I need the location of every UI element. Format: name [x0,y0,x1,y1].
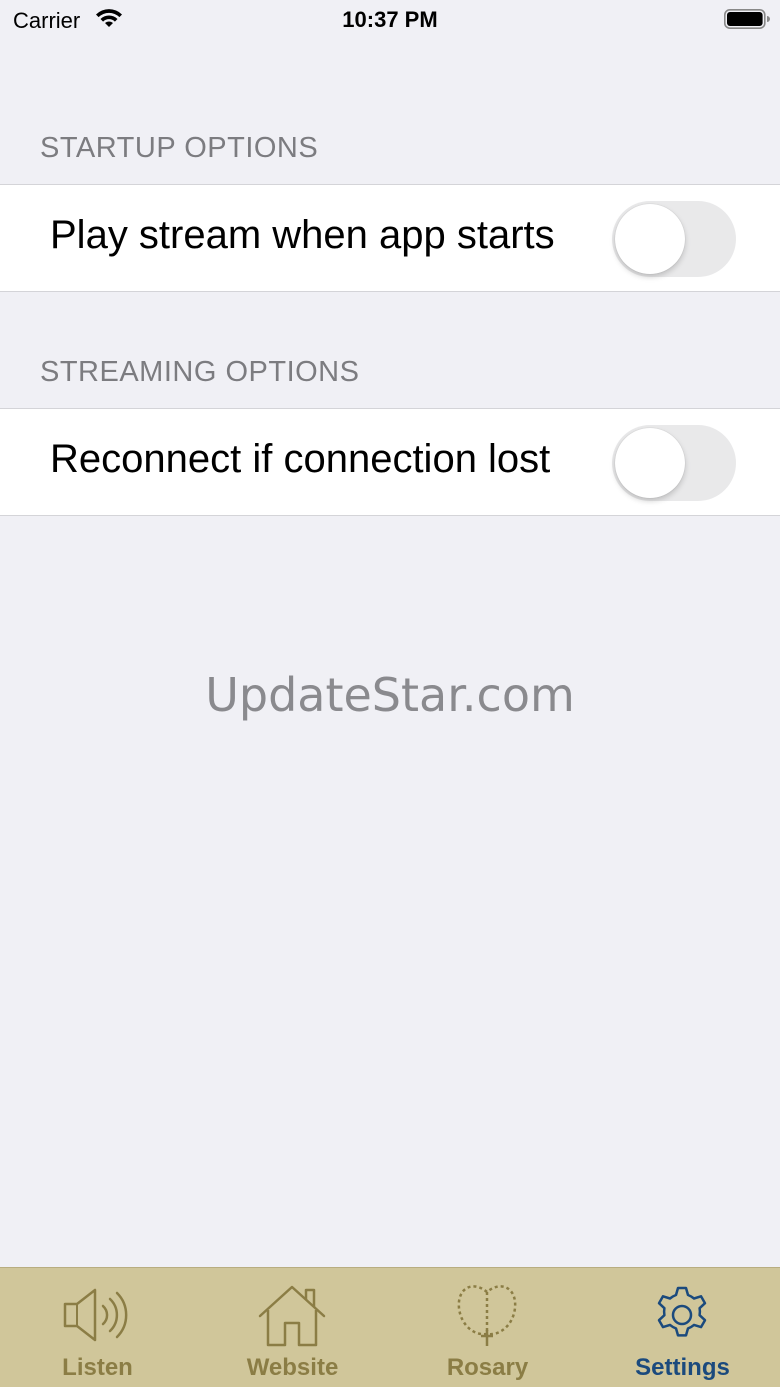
tab-rosary[interactable]: Rosary [390,1268,585,1387]
tab-label: Listen [62,1354,133,1381]
tab-label: Settings [635,1354,730,1381]
rosary-icon [457,1285,517,1346]
streaming-options-header: STREAMING OPTIONS [40,356,360,388]
reconnect-label: Reconnect if connection lost [50,437,551,481]
tab-settings[interactable]: Settings [585,1268,780,1387]
play-stream-label: Play stream when app starts [50,213,555,257]
speaker-icon [63,1288,128,1342]
battery-icon [724,9,770,29]
gear-icon [657,1286,707,1337]
reconnect-toggle[interactable] [612,425,736,501]
tab-listen[interactable]: Listen [0,1268,195,1387]
tab-bar: Listen Website Rosary Settings [0,1267,780,1387]
tab-label: Rosary [446,1354,529,1381]
startup-options-group: Play stream when app starts [0,184,780,292]
house-icon [258,1285,326,1347]
startup-options-header: STARTUP OPTIONS [40,132,319,164]
toggle-knob [615,428,685,498]
tab-website[interactable]: Website [195,1268,390,1387]
clock: 10:37 PM [342,7,438,32]
streaming-options-group: Reconnect if connection lost [0,408,780,516]
status-bar: Carrier 10:37 PM [0,0,780,40]
watermark: UpdateStar.com [205,668,575,722]
play-stream-toggle[interactable] [612,201,736,277]
toggle-knob [615,204,685,274]
tab-label: Website [246,1354,339,1381]
